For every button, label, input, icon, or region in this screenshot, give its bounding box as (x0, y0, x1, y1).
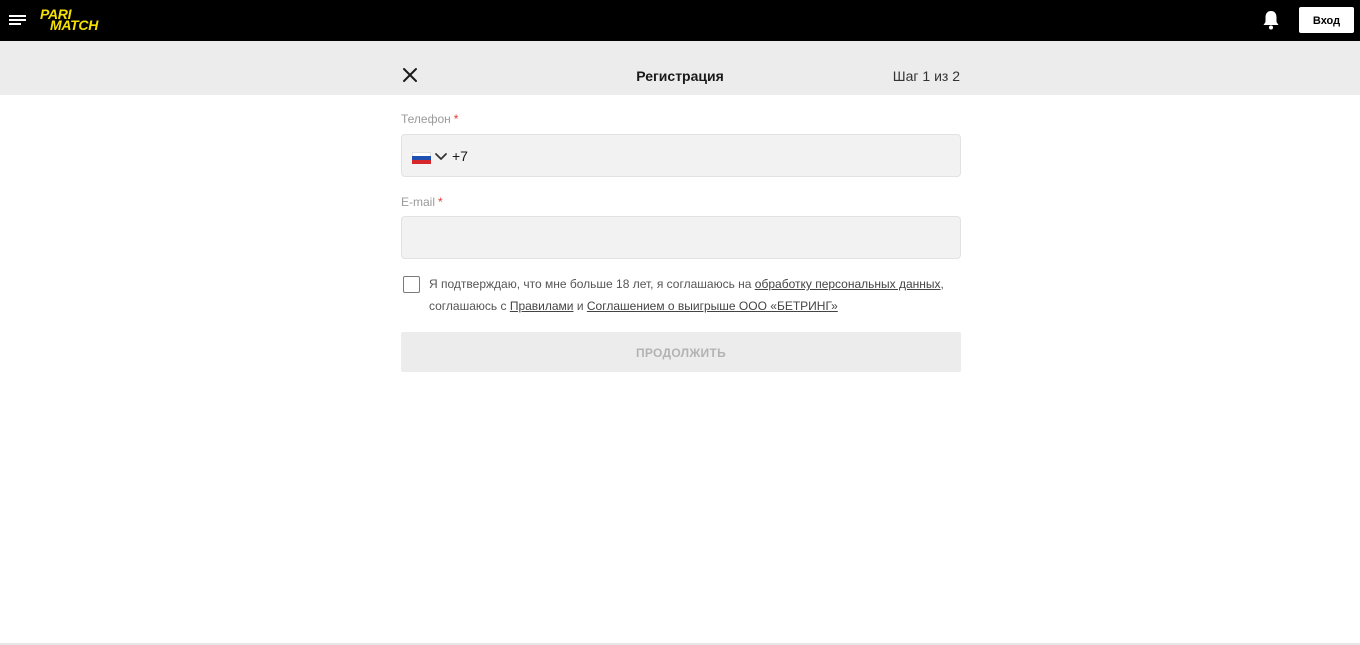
phone-label-text: Телефон (401, 112, 451, 126)
top-navigation-bar: PARI MATCH Вход (0, 0, 1360, 41)
consent-text-part3: и (573, 299, 587, 313)
consent-text-part1: Я подтверждаю, что мне больше 18 лет, я … (429, 277, 755, 291)
consent-checkbox[interactable] (403, 276, 420, 293)
rules-link[interactable]: Правилами (510, 299, 574, 313)
logo-text-bottom: MATCH (50, 17, 99, 33)
bell-icon[interactable] (1261, 9, 1281, 31)
consent-text: Я подтверждаю, что мне больше 18 лет, я … (429, 273, 974, 317)
email-field[interactable] (401, 216, 961, 259)
email-label: E-mail * (401, 195, 443, 209)
required-mark: * (453, 112, 459, 126)
step-indicator: Шаг 1 из 2 (892, 68, 960, 84)
agreement-link[interactable]: Соглашением о выигрыше ООО «БЕТРИНГ» (587, 299, 838, 313)
russia-flag-icon[interactable] (412, 152, 431, 164)
page-title: Регистрация (636, 68, 724, 84)
continue-button[interactable]: ПРОДОЛЖИТЬ (401, 332, 961, 372)
email-input[interactable] (402, 217, 960, 258)
phone-input[interactable] (452, 135, 952, 176)
email-label-text: E-mail (401, 195, 436, 209)
parimatch-logo[interactable]: PARI MATCH (38, 5, 114, 35)
phone-field[interactable] (401, 134, 961, 177)
registration-header: Регистрация Шаг 1 из 2 (0, 41, 1360, 95)
chevron-down-icon[interactable] (434, 149, 448, 160)
close-icon[interactable] (401, 66, 419, 84)
login-button[interactable]: Вход (1299, 7, 1354, 33)
required-mark: * (438, 195, 443, 209)
hamburger-menu-icon[interactable] (8, 11, 28, 29)
phone-label: Телефон * (401, 112, 458, 126)
personal-data-link[interactable]: обработку персональных данных (755, 277, 941, 291)
